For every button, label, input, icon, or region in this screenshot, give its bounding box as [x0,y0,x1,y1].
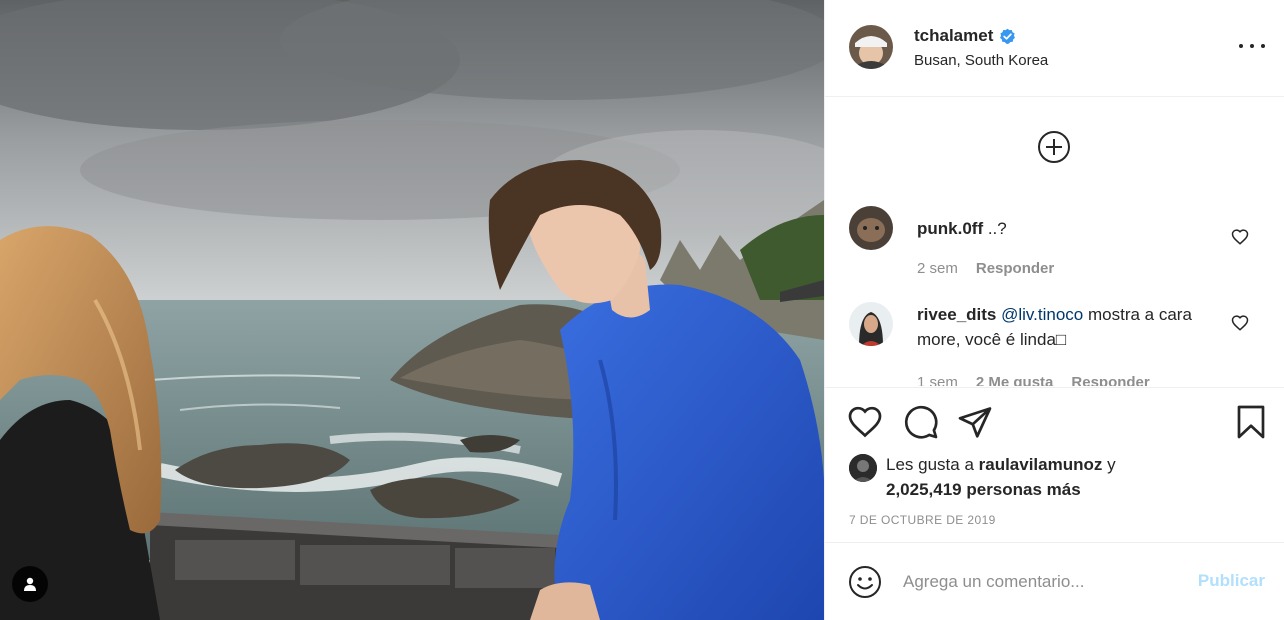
paper-plane-icon[interactable] [957,404,993,440]
comment-body: ..? [983,219,1007,238]
commenter-avatar-image [849,206,893,250]
commenter-avatar[interactable] [849,302,893,346]
heart-icon[interactable] [847,404,883,440]
comment-meta: 2 sem Responder [917,260,1054,277]
comment-bubble-icon[interactable] [903,404,939,440]
commenter-avatar[interactable] [849,206,893,250]
photo-scene [0,0,824,620]
likes-others-count[interactable]: 2,025,419 personas más [886,480,1081,499]
comment-input[interactable] [903,568,1173,596]
post-side-panel: tchalamet Busan, South Korea punk.0ff ..… [824,0,1284,620]
author-avatar[interactable] [849,25,893,69]
tagged-users-button[interactable] [12,566,48,602]
more-options-button[interactable] [1239,36,1265,56]
comment-time[interactable]: 1 sem [917,374,958,386]
comment-meta: 1 sem 2 Me gusta Responder [917,374,1150,386]
reply-button[interactable]: Responder [1071,374,1149,386]
plus-circle-icon[interactable] [1037,130,1071,164]
comment-time[interactable]: 2 sem [917,260,958,277]
comments-list[interactable]: punk.0ff ..? 2 sem Responder rivee_dits … [825,98,1284,386]
author-username[interactable]: tchalamet [914,26,993,46]
comment-text: punk.0ff ..? [917,216,1207,241]
likes-conjunction: y [1102,455,1116,474]
author-username-row: tchalamet [914,26,1016,46]
more-options-icon-dot [1261,44,1265,48]
post-header: tchalamet Busan, South Korea [825,0,1284,97]
liker-avatar-image [849,454,877,482]
likes-text: Les gusta a raulavilamunoz y 2,025,419 p… [886,452,1216,502]
author-avatar-image [849,25,893,69]
add-comment-bar: Publicar [825,544,1284,620]
comment-mention[interactable]: @liv.tinoco [1001,305,1083,324]
emoji-icon[interactable] [847,564,883,600]
heart-icon[interactable] [1231,228,1249,246]
post-photo[interactable] [0,0,824,620]
verified-badge-icon [1000,28,1016,44]
comment-likes-count[interactable]: 2 Me gusta [976,374,1054,386]
heart-icon[interactable] [1231,314,1249,332]
commenter-avatar-image [849,302,893,346]
comment-username[interactable]: rivee_dits [917,305,996,324]
bookmark-icon[interactable] [1233,404,1269,440]
publish-button[interactable]: Publicar [1198,571,1265,591]
comment-text: rivee_dits @liv.tinoco mostra a cara mor… [917,302,1207,352]
likes-prefix: Les gusta a [886,455,979,474]
more-options-icon-dot [1239,44,1243,48]
first-liker-username[interactable]: raulavilamunoz [979,455,1103,474]
reply-button[interactable]: Responder [976,260,1054,277]
user-tag-icon [24,577,36,591]
post-date[interactable]: 7 DE OCTUBRE DE 2019 [849,513,996,527]
post-location[interactable]: Busan, South Korea [914,52,1048,69]
post-actions: Les gusta a raulavilamunoz y 2,025,419 p… [825,387,1284,543]
liker-avatar[interactable] [849,454,877,482]
more-options-icon-dot [1250,44,1254,48]
comment-username[interactable]: punk.0ff [917,219,983,238]
